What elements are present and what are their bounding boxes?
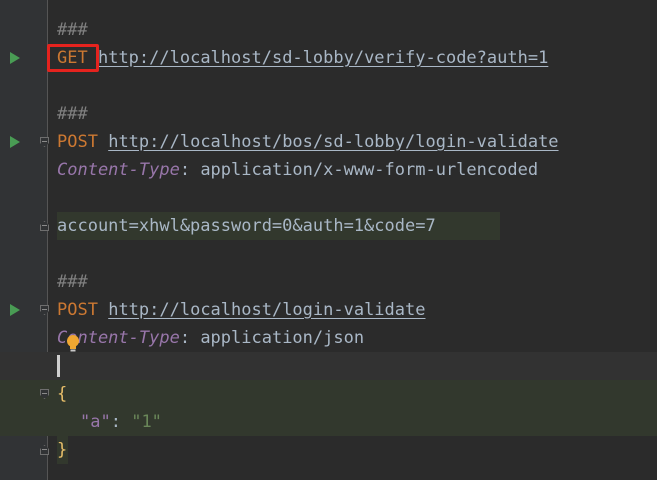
header-line: Content-Type: application/json (57, 328, 365, 348)
json-open-brace: { (57, 384, 68, 404)
editor-line-header-1[interactable]: Content-Type: application/x-www-form-url… (0, 156, 657, 184)
request-separator: ### (57, 20, 88, 40)
request-url[interactable]: http://localhost/sd-lobby/verify-code?au… (98, 48, 548, 68)
editor-line-separator-1[interactable]: ### (0, 16, 657, 44)
http-client-editor[interactable]: ### GET http://localhost/sd-lobby/verify… (0, 0, 657, 480)
request-line: GET http://localhost/sd-lobby/verify-cod… (57, 44, 548, 72)
http-method-post: POST (57, 300, 98, 320)
header-line: Content-Type: application/x-www-form-url… (57, 160, 539, 180)
get-method-highlight-box (47, 44, 99, 72)
lightbulb-icon[interactable] (66, 334, 80, 354)
request-separator: ### (57, 104, 88, 124)
editor-line-post-request-1[interactable]: POST http://localhost/bos/sd-lobby/login… (0, 128, 657, 156)
request-url[interactable]: http://localhost/bos/sd-lobby/login-vali… (108, 132, 558, 152)
json-value: "1" (131, 412, 162, 432)
http-method-post: POST (57, 132, 98, 152)
editor-line-separator-3[interactable]: ### (0, 268, 657, 296)
request-body: account=xhwl&password=0&auth=1&code=7 (57, 216, 436, 236)
json-key: "a" (80, 412, 111, 432)
editor-line-post-request-2[interactable]: POST http://localhost/login-validate (0, 296, 657, 324)
request-separator: ### (57, 272, 88, 292)
editor-line-current[interactable] (0, 352, 657, 380)
editor-line-form-body[interactable]: account=xhwl&password=0&auth=1&code=7 (0, 212, 657, 240)
run-request-icon[interactable] (10, 136, 20, 148)
run-request-icon[interactable] (10, 52, 20, 64)
json-property: "a": "1" (80, 412, 162, 432)
editor-line-json-property[interactable]: "a": "1" (0, 408, 657, 436)
request-line: POST http://localhost/login-validate (57, 296, 425, 324)
header-value: application/x-www-form-urlencoded (200, 160, 539, 180)
editor-line-header-2[interactable]: Content-Type: application/json (0, 324, 657, 352)
header-value: application/json (200, 328, 365, 348)
request-url[interactable]: http://localhost/login-validate (108, 300, 425, 320)
text-caret (57, 355, 60, 377)
run-request-icon[interactable] (10, 304, 20, 316)
editor-line-separator-2[interactable]: ### (0, 100, 657, 128)
editor-line-json-close[interactable]: } (0, 436, 657, 464)
request-line: POST http://localhost/bos/sd-lobby/login… (57, 128, 559, 156)
editor-line-json-open[interactable]: { (0, 380, 657, 408)
header-name: Content-Type (57, 160, 180, 180)
json-close-brace: } (57, 440, 68, 460)
